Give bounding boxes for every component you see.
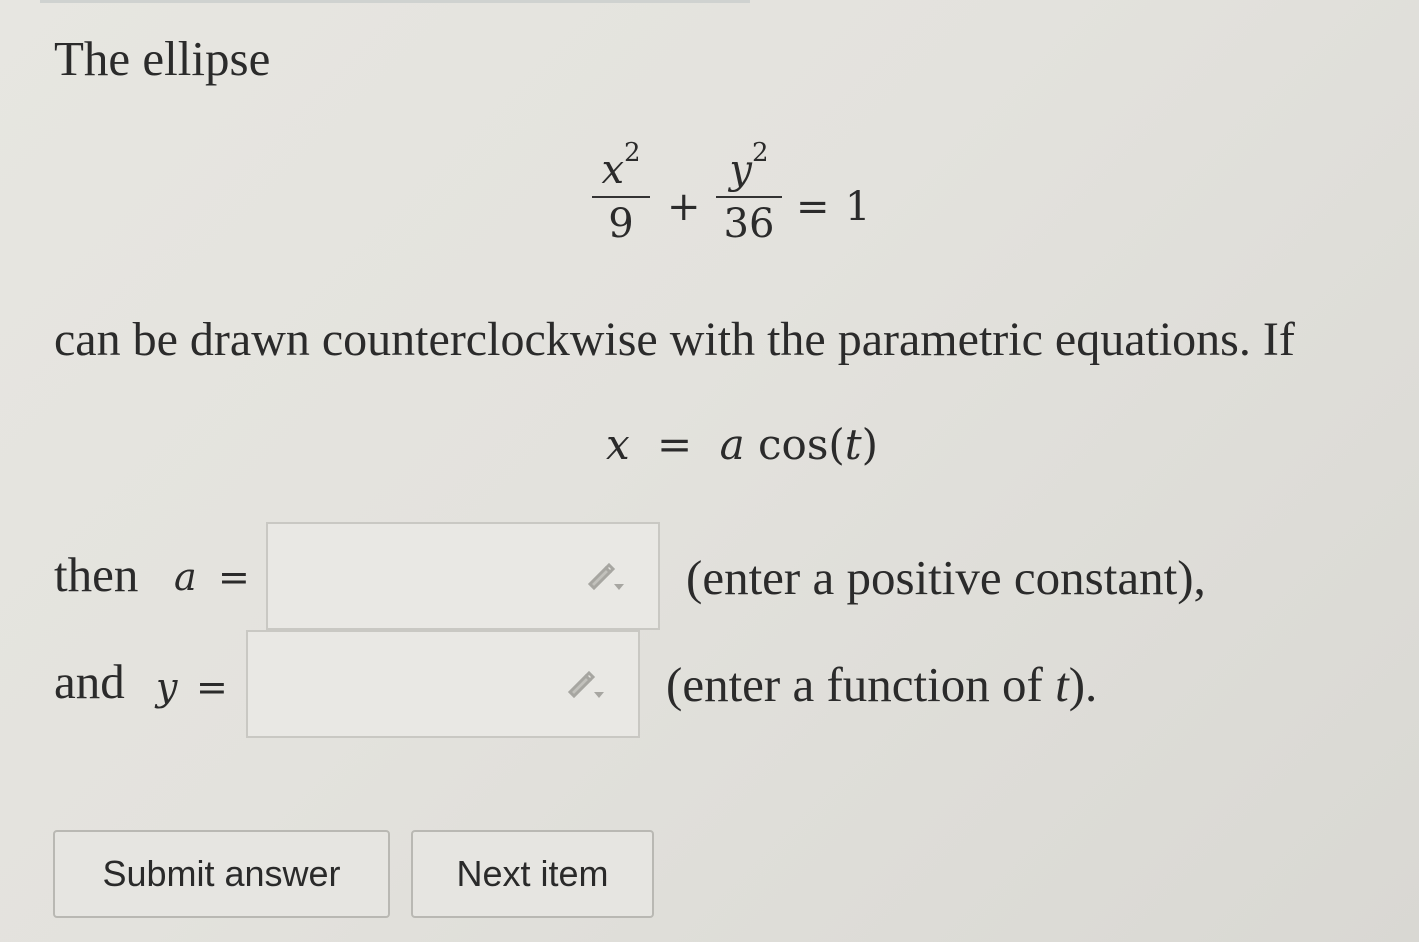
param-var: t xyxy=(844,420,862,469)
fraction-bar xyxy=(716,196,782,198)
term2-exponent: 2 xyxy=(752,138,769,168)
param-coef: a xyxy=(719,420,745,469)
submit-answer-button[interactable]: Submit answer xyxy=(53,830,390,918)
pencil-dropdown-icon[interactable] xyxy=(584,558,628,594)
fraction-y-over-36: y2 36 xyxy=(716,140,782,247)
fraction-bar xyxy=(592,196,650,198)
param-lhs: x xyxy=(606,420,630,469)
plus-sign: + xyxy=(667,184,701,230)
term2-denominator: 36 xyxy=(723,201,775,247)
question-middle-text: can be drawn counterclockwise with the p… xyxy=(54,313,1295,366)
param-close: ) xyxy=(861,420,879,469)
line-a-var: a xyxy=(174,555,197,599)
line-y-var: y xyxy=(156,665,178,709)
line-a-equals: = xyxy=(218,555,250,599)
line-y-hint: (enter a function of t). xyxy=(666,660,1097,709)
question-intro: The ellipse xyxy=(54,31,271,86)
pencil-dropdown-icon[interactable] xyxy=(564,666,608,702)
equals-sign: = xyxy=(796,184,830,230)
answer-y-field[interactable] xyxy=(246,630,640,738)
answer-a-field[interactable] xyxy=(266,522,660,630)
param-equals: = xyxy=(657,420,693,469)
term1-exponent: 2 xyxy=(624,138,641,168)
top-divider xyxy=(40,0,750,3)
line-y-equals: = xyxy=(196,665,228,709)
parametric-x-equation: x = a cos(t) xyxy=(606,424,878,466)
term1-denominator: 9 xyxy=(608,201,634,247)
line-y-prefix: and xyxy=(54,654,125,709)
line-y-hint-after: ). xyxy=(1068,657,1098,712)
next-item-button[interactable]: Next item xyxy=(411,830,654,918)
line-y-hint-var: t xyxy=(1055,657,1069,712)
equation-rhs: 1 xyxy=(845,184,871,230)
line-y-hint-before: (enter a function of xyxy=(666,657,1056,712)
term1-numerator: x xyxy=(601,147,624,193)
line-a-hint: (enter a positive constant), xyxy=(686,550,1206,605)
param-func: cos( xyxy=(758,420,845,469)
line-a-prefix: then xyxy=(54,547,139,602)
term2-numerator: y xyxy=(729,147,753,193)
fraction-x-over-9: x2 9 xyxy=(592,140,650,247)
